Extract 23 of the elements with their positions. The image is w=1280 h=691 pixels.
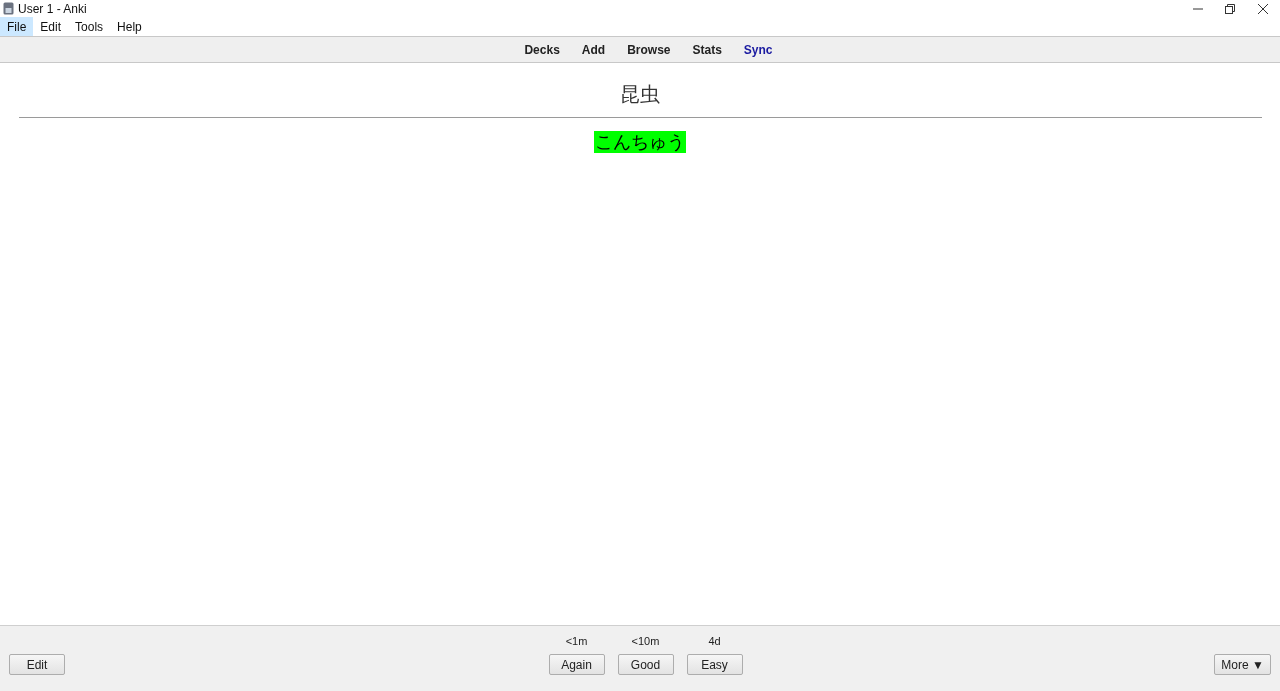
answer-button[interactable]: Again	[548, 654, 605, 675]
interval-label: <10m	[631, 633, 660, 649]
card-question: 昆虫	[620, 81, 660, 108]
app-icon	[3, 2, 14, 15]
interval-label: 4d	[708, 633, 721, 649]
card-answer: こんちゅう	[594, 131, 686, 153]
interval-label: <1m	[565, 633, 588, 649]
restore-icon[interactable]	[1225, 3, 1235, 14]
close-icon[interactable]	[1258, 3, 1268, 14]
toolbar-link[interactable]: Add	[581, 40, 606, 59]
toolbar-link[interactable]: Sync	[743, 40, 773, 59]
toolbar-link[interactable]: Decks	[524, 40, 560, 59]
edit-button[interactable]: Edit	[9, 654, 65, 675]
answer-button[interactable]: Good	[617, 654, 674, 675]
window-title: User 1 - Anki	[18, 0, 87, 18]
menu-item[interactable]: Edit	[33, 17, 69, 36]
menu-item[interactable]: Tools	[68, 17, 111, 36]
toolbar-link[interactable]: Stats	[692, 40, 722, 59]
menu-item[interactable]: Help	[110, 17, 149, 36]
menu-item[interactable]: File	[0, 17, 34, 36]
answer-button[interactable]: Easy	[686, 654, 743, 675]
more-button[interactable]: More ▼	[1214, 654, 1271, 675]
toolbar-link[interactable]: Browse	[627, 40, 671, 59]
